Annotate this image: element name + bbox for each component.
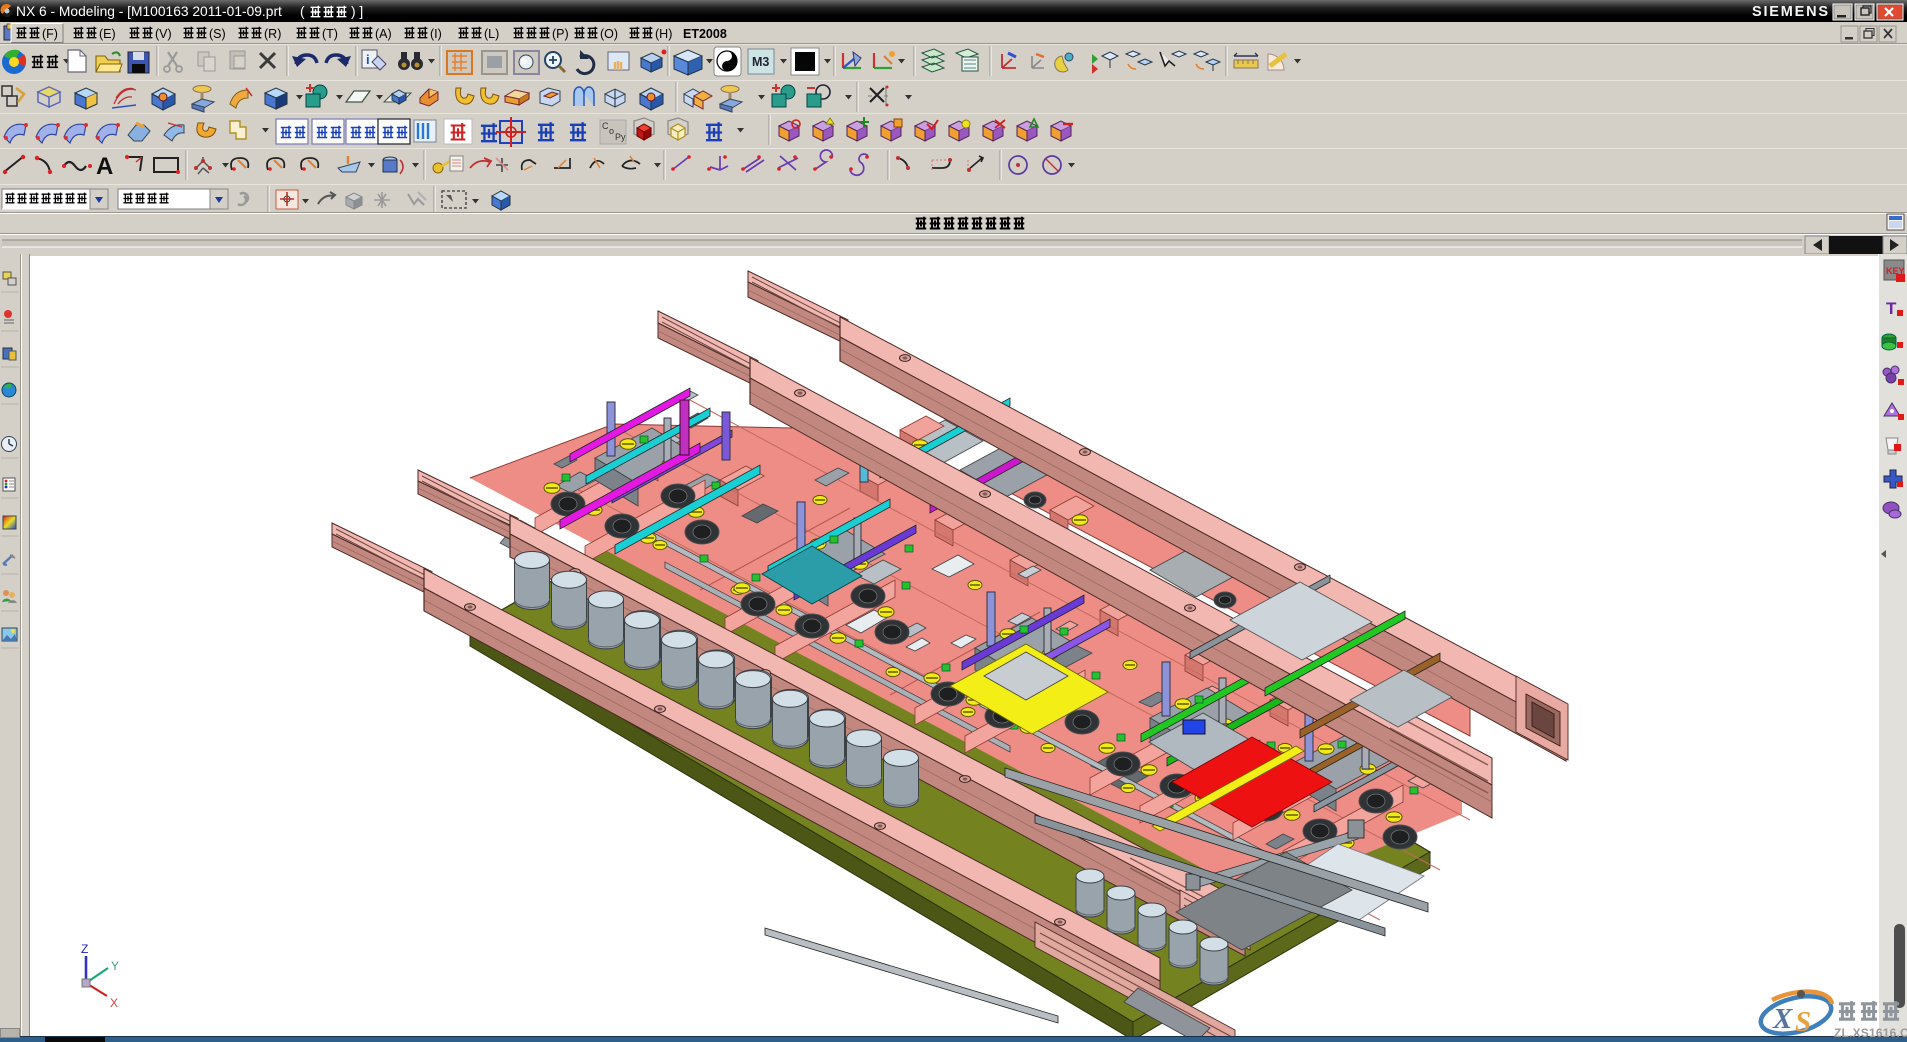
svg-text:Z: Z bbox=[81, 942, 88, 956]
svg-text:ZL.XS1616.COM: ZL.XS1616.COM bbox=[1834, 1026, 1907, 1040]
svg-text:X: X bbox=[1772, 1003, 1793, 1035]
svg-text:X: X bbox=[110, 996, 118, 1010]
svg-text:S: S bbox=[1795, 1006, 1811, 1038]
svg-text:Y: Y bbox=[111, 959, 119, 973]
